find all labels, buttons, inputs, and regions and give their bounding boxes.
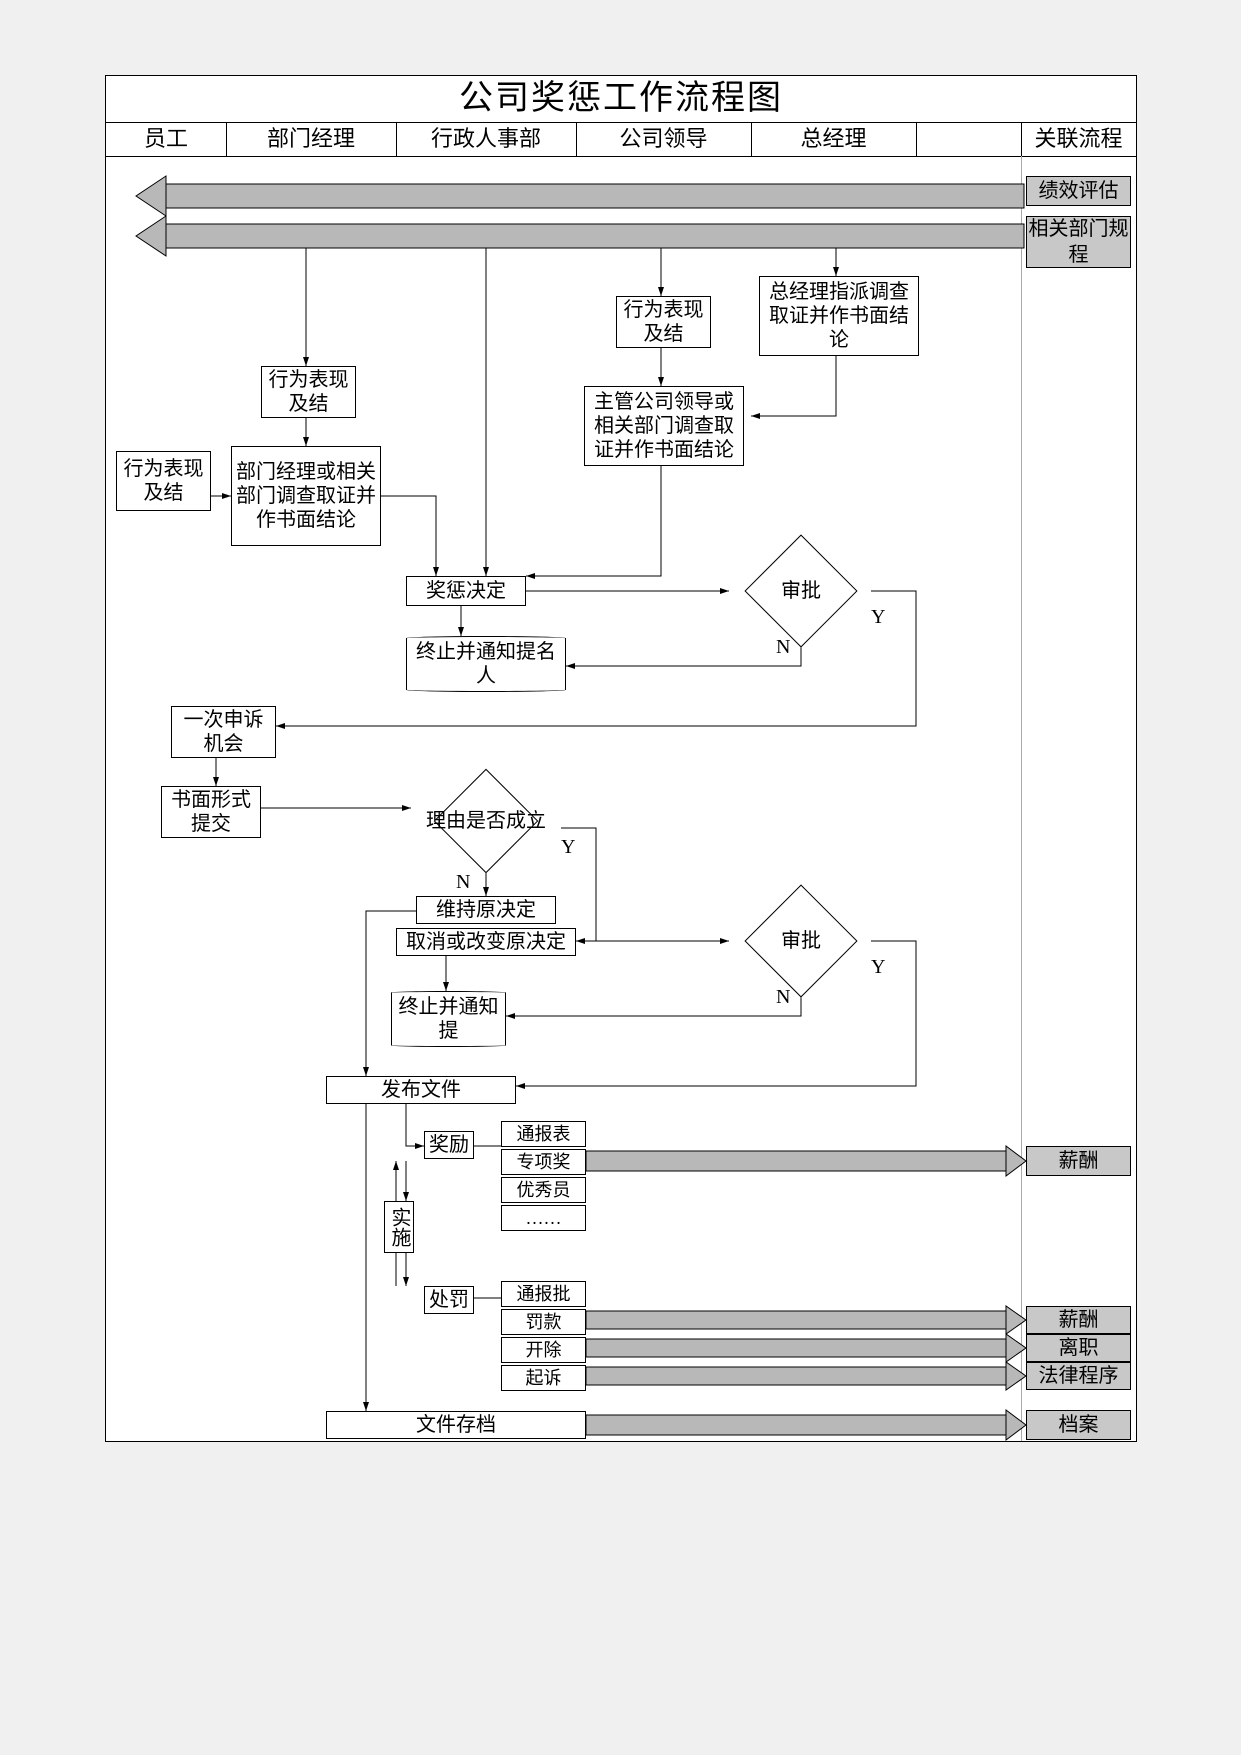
node-punish: 处罚 — [424, 1286, 474, 1314]
node-fine: 罚款 — [501, 1309, 586, 1335]
node-commend: 通报表 — [501, 1121, 586, 1147]
label-y-reason: Y — [561, 836, 575, 859]
col-gm: 总经理 — [751, 122, 916, 156]
node-terminate-1: 终止并通知提名人 — [406, 636, 566, 692]
node-sue: 起诉 — [501, 1365, 586, 1391]
ref-legal: 法律程序 — [1026, 1362, 1131, 1390]
node-emp-behavior: 行为表现及结 — [116, 451, 211, 511]
ref-archive: 档案 — [1026, 1410, 1131, 1440]
node-gm-investigation: 总经理指派调查取证并作书面结论 — [759, 276, 919, 356]
node-leader-investigation: 主管公司领导或相关部门调查取证并作书面结论 — [584, 386, 744, 466]
node-leader-behavior: 行为表现及结 — [616, 296, 711, 348]
node-criticize: 通报批 — [501, 1281, 586, 1307]
node-dismiss: 开除 — [501, 1337, 586, 1363]
node-archive-doc: 文件存档 — [326, 1411, 586, 1439]
node-maintain: 维持原决定 — [416, 896, 556, 924]
node-approval-1: 审批 — [731, 536, 871, 646]
node-implement: 实施 — [384, 1201, 414, 1253]
col-related: 关联流程 — [1021, 122, 1136, 156]
ref-dept-rules: 相关部门规程 — [1026, 216, 1131, 268]
node-excellent: 优秀员 — [501, 1177, 586, 1203]
node-approval-2: 审批 — [731, 886, 871, 996]
col-leader: 公司领导 — [576, 122, 751, 156]
node-written: 书面形式提交 — [161, 786, 261, 838]
ref-perf-eval: 绩效评估 — [1026, 176, 1131, 206]
flowchart-frame: 公司奖惩工作流程图 员工 部门经理 行政人事部 公司领导 总经理 关联流程 — [105, 75, 1137, 1442]
col-gm-spacer — [916, 122, 1021, 156]
node-mgr-investigation: 部门经理或相关部门调查取证并作书面结论 — [231, 446, 381, 546]
ref-leave: 离职 — [1026, 1334, 1131, 1362]
node-change: 取消或改变原决定 — [396, 928, 576, 956]
node-decision: 奖惩决定 — [406, 576, 526, 606]
node-publish: 发布文件 — [326, 1076, 516, 1104]
node-reason: 理由是否成立 — [411, 771, 561, 871]
node-mgr-behavior: 行为表现及结 — [261, 366, 356, 418]
label-y2: Y — [871, 956, 885, 979]
divider — [106, 156, 1136, 157]
label-n1: N — [776, 636, 790, 659]
node-appeal: 一次申诉机会 — [171, 706, 276, 758]
ref-salary-2: 薪酬 — [1026, 1306, 1131, 1334]
label-n2: N — [776, 986, 790, 1009]
col-employee: 员工 — [106, 122, 226, 156]
label-n-reason: N — [456, 871, 470, 894]
node-special-award: 专项奖 — [501, 1149, 586, 1175]
label-y1: Y — [871, 606, 885, 629]
col-dept-mgr: 部门经理 — [226, 122, 396, 156]
node-reward: 奖励 — [424, 1131, 474, 1159]
chart-title: 公司奖惩工作流程图 — [106, 76, 1136, 122]
node-terminate-2: 终止并通知提 — [391, 991, 506, 1047]
node-dots: …… — [501, 1205, 586, 1231]
lane-sep — [1021, 156, 1022, 1441]
col-hr: 行政人事部 — [396, 122, 576, 156]
ref-salary-1: 薪酬 — [1026, 1146, 1131, 1176]
connectors — [106, 76, 1136, 1441]
